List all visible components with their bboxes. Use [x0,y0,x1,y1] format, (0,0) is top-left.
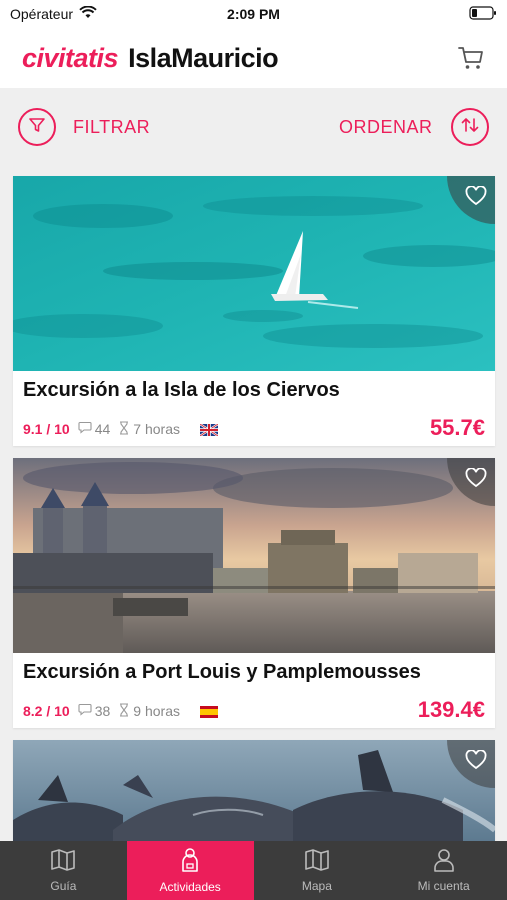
sort-arrows-icon [460,116,480,139]
reviews-value: 38 [94,703,111,719]
map-book-icon [50,848,76,875]
price: 139.4€ [417,697,485,722]
bottom-tab-bar: Guía Actividades Mapa Mi cuenta [0,841,507,900]
tab-label: Mi cuenta [417,879,470,893]
comment-icon [78,421,92,437]
tab-mapa[interactable]: Mapa [254,841,381,900]
battery-icon [469,6,497,23]
duration-value: 7 horas [133,421,180,437]
tab-label: Actividades [159,880,221,894]
tab-guia[interactable]: Guía [0,841,127,900]
english-flag-icon [199,423,219,437]
user-icon [433,848,455,875]
spanish-flag-icon [199,705,218,718]
filter-bar: FILTRAR ORDENAR [0,88,507,166]
cart-icon[interactable] [457,44,485,72]
activity-image-dolphins[interactable] [13,740,495,841]
duration: 7 horas [118,420,180,438]
activity-title[interactable]: Excursión a Port Louis y Pamplemousses [13,653,495,691]
reviews-count: 44 [78,421,111,437]
destination-title: IslaMauricio [128,42,279,73]
reviews-count: 38 [78,703,111,719]
tab-label: Mapa [301,879,332,893]
status-time: 2:09 PM [227,6,280,22]
activity-image-catamaran[interactable] [13,176,495,371]
tab-mi-cuenta[interactable]: Mi cuenta [380,841,507,900]
duration: 9 horas [118,702,180,720]
filter-button[interactable] [18,108,56,146]
brand-logo[interactable]: civitatis [22,43,119,74]
heart-icon [465,467,487,493]
rating-score: 8.2 / 10 [23,703,70,719]
activity-image-port-louis[interactable] [13,458,495,653]
status-bar: Opérateur 2:09 PM [0,0,507,28]
rating-score: 9.1 / 10 [23,421,70,437]
map-icon [304,848,330,875]
funnel-icon [28,116,46,139]
activities-icon [178,847,202,876]
tab-label: Guía [50,879,77,893]
heart-icon [465,185,487,211]
hourglass-icon [118,702,130,720]
activity-card[interactable]: Excursión a la Isla de los Ciervos 9.1 /… [13,176,495,446]
activity-meta: 9.1 / 10 44 7 horas 55.7€ [13,409,495,446]
activity-card[interactable] [13,740,495,841]
heart-icon [465,749,487,775]
sort-label[interactable]: ORDENAR [339,117,433,138]
comment-icon [78,703,92,719]
sort-button[interactable] [451,108,489,146]
activity-card[interactable]: Excursión a Port Louis y Pamplemousses 8… [13,458,495,728]
app-header: civitatis IslaMauricio [0,28,507,88]
price: 55.7€ [429,415,485,440]
tab-actividades[interactable]: Actividades [126,841,254,900]
filter-label[interactable]: FILTRAR [73,117,150,138]
reviews-value: 44 [94,421,111,437]
activity-meta: 8.2 / 10 38 9 horas 139.4€ [13,691,495,728]
duration-value: 9 horas [133,703,180,719]
activity-title[interactable]: Excursión a la Isla de los Ciervos [13,371,495,409]
hourglass-icon [118,420,130,438]
